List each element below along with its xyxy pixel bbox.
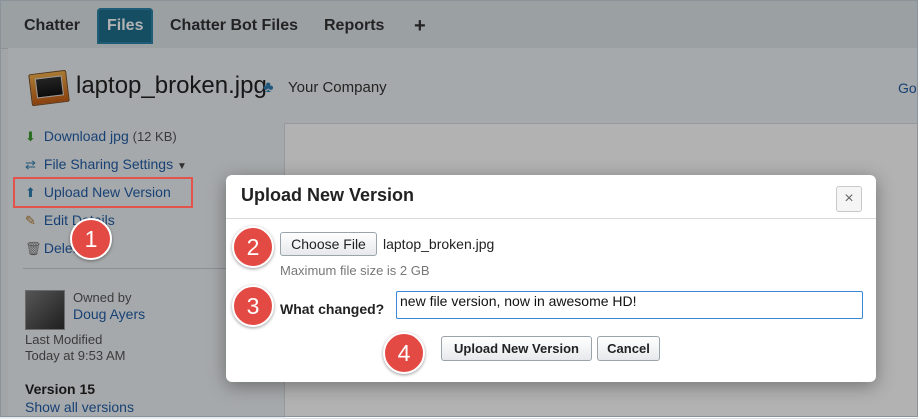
screenshot-frame [0,0,918,417]
